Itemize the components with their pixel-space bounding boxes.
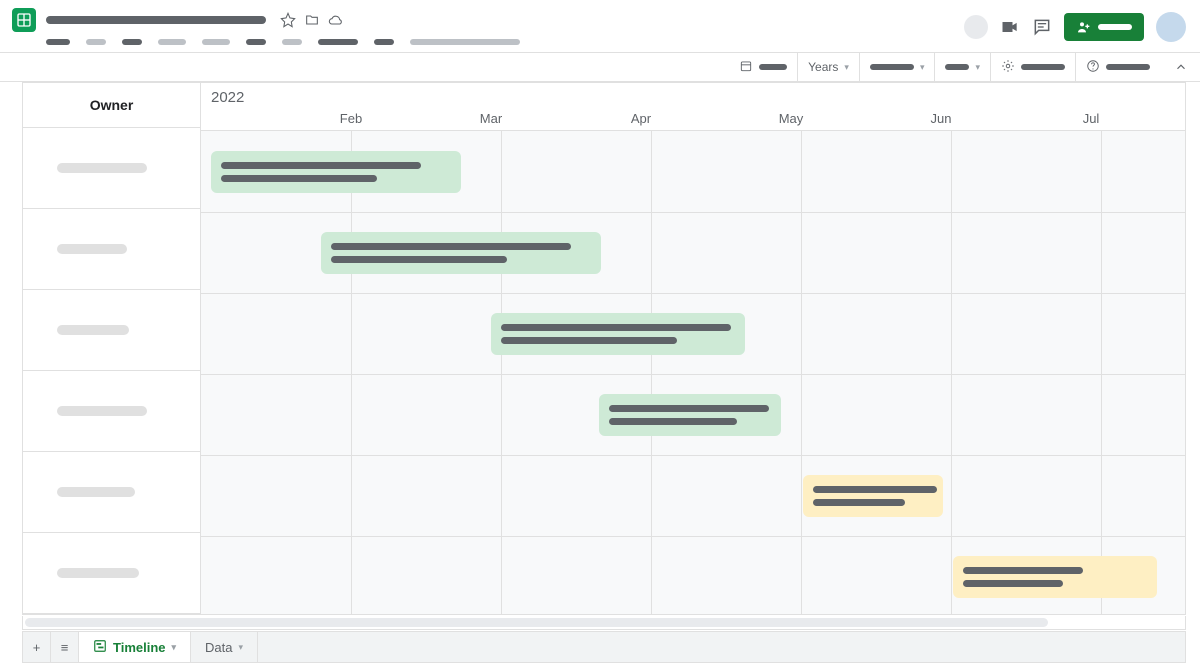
task-title [813, 486, 937, 493]
tab-data[interactable]: Data ▾ [191, 632, 258, 662]
owner-name [57, 163, 147, 173]
collapse-toolbar-icon[interactable] [1160, 53, 1200, 81]
comments-icon[interactable] [1032, 17, 1052, 37]
meet-icon[interactable] [1000, 17, 1020, 37]
today-button[interactable] [729, 53, 797, 81]
account-avatar[interactable] [1156, 12, 1186, 42]
owner-name [57, 487, 135, 497]
task-title [963, 567, 1083, 574]
sheets-logo[interactable] [12, 8, 36, 32]
task-subtitle [221, 175, 377, 182]
month-label: Jul [1083, 111, 1100, 126]
timeline-task-bar[interactable] [953, 556, 1157, 598]
owner-row[interactable] [23, 533, 200, 614]
owner-row[interactable] [23, 128, 200, 209]
owner-row[interactable] [23, 371, 200, 452]
year-label: 2022 [211, 89, 244, 106]
menu-item[interactable] [158, 39, 186, 45]
task-subtitle [609, 418, 737, 425]
task-title [609, 405, 769, 412]
timeline-toolbar: Years▾ ▾ ▾ [0, 52, 1200, 82]
horizontal-scrollbar[interactable] [22, 616, 1186, 630]
owner-row[interactable] [23, 209, 200, 290]
document-title[interactable] [46, 16, 266, 24]
tab-data-label: Data [205, 640, 232, 655]
sheet-tabs: + ≡ Timeline ▾ Data ▾ [22, 631, 1186, 663]
task-subtitle [963, 580, 1063, 587]
menu-item[interactable] [374, 39, 394, 45]
share-button[interactable] [1064, 13, 1144, 41]
month-label: Apr [631, 111, 651, 126]
timeline-task-bar[interactable] [321, 232, 601, 274]
menu-item[interactable] [246, 39, 266, 45]
scrollbar-thumb[interactable] [25, 618, 1048, 627]
month-label: Jun [931, 111, 952, 126]
cloud-status-icon[interactable] [328, 12, 344, 28]
timeline-tab-icon [93, 639, 107, 656]
task-title [331, 243, 571, 250]
owner-row[interactable] [23, 452, 200, 533]
header-right [964, 12, 1186, 42]
owner-name [57, 325, 129, 335]
menu-item[interactable] [202, 39, 230, 45]
month-label: Feb [340, 111, 362, 126]
tab-timeline-label: Timeline [113, 640, 166, 655]
task-subtitle [331, 256, 507, 263]
timeline-view: Owner 2022 Feb Mar Apr May Jun Jul [22, 82, 1186, 615]
share-label [1098, 24, 1132, 30]
month-label: Mar [480, 111, 502, 126]
task-subtitle [813, 499, 905, 506]
owner-row[interactable] [23, 290, 200, 371]
more-dropdown[interactable]: ▾ [934, 53, 990, 81]
help-button[interactable] [1075, 53, 1160, 81]
task-title [221, 162, 421, 169]
timeline-task-bar[interactable] [491, 313, 745, 355]
all-sheets-button[interactable]: ≡ [51, 632, 79, 662]
timeline-task-bar[interactable] [599, 394, 781, 436]
presence-avatar[interactable] [964, 15, 988, 39]
timeline-task-bar[interactable] [803, 475, 943, 517]
move-icon[interactable] [304, 12, 320, 28]
star-icon[interactable] [280, 12, 296, 28]
timeline-sidebar: Owner [23, 83, 201, 614]
owner-name [57, 568, 139, 578]
tab-timeline[interactable]: Timeline ▾ [79, 632, 191, 662]
menu-item[interactable] [410, 39, 520, 45]
zoom-dropdown[interactable]: Years▾ [797, 53, 859, 81]
menu-item[interactable] [282, 39, 302, 45]
add-sheet-button[interactable]: + [23, 632, 51, 662]
timeline-task-bar[interactable] [211, 151, 461, 193]
owner-column-header: Owner [23, 83, 200, 128]
owner-name [57, 244, 127, 254]
timeline-chart[interactable]: 2022 Feb Mar Apr May Jun Jul [201, 83, 1185, 614]
owner-name [57, 406, 147, 416]
menu-item[interactable] [122, 39, 142, 45]
month-label: May [779, 111, 804, 126]
settings-button[interactable] [990, 53, 1075, 81]
task-title [501, 324, 731, 331]
task-subtitle [501, 337, 677, 344]
menu-item[interactable] [46, 39, 70, 45]
menu-item[interactable] [318, 39, 358, 45]
timeline-date-header: 2022 Feb Mar Apr May Jun Jul [201, 83, 1185, 131]
menu-item[interactable] [86, 39, 106, 45]
view-options-dropdown[interactable]: ▾ [859, 53, 935, 81]
